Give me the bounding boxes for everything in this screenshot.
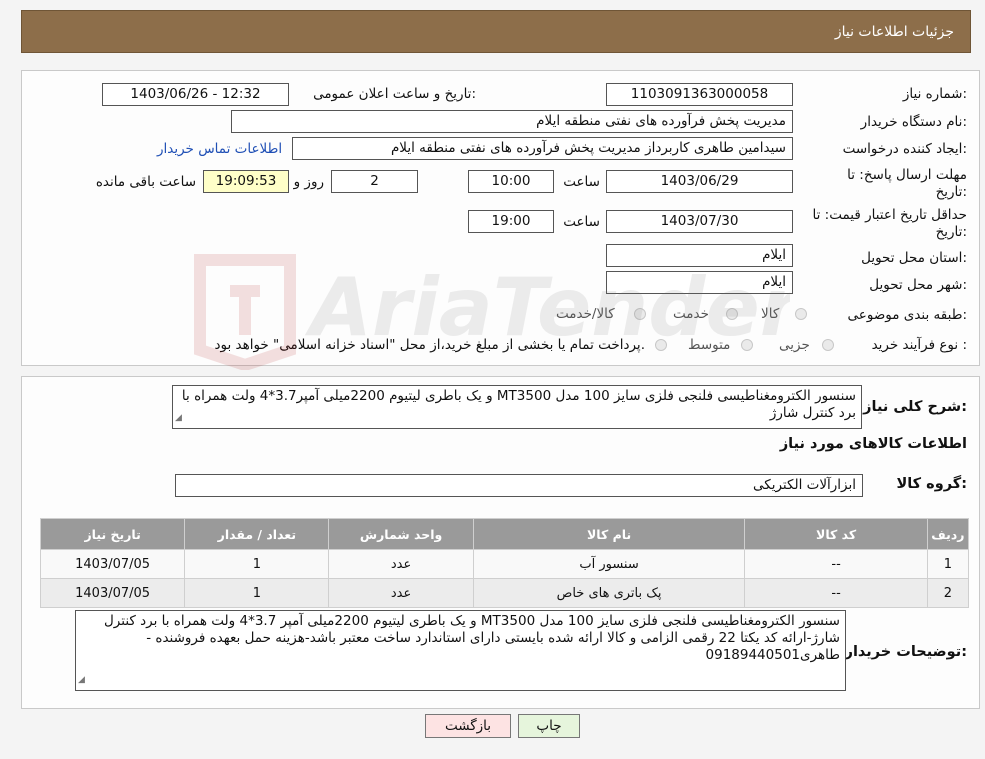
category-option-goods-service: کالا/خدمت — [556, 306, 615, 322]
table-row: 1 -- سنسور آب عدد 1 1403/07/05 — [41, 550, 968, 578]
goods-group-label: گروه کالا: — [896, 476, 967, 492]
summary-text: سنسور الکترومغناطیسی فلنجی فلزی سایز 100… — [181, 388, 856, 421]
category-option-service: خدمت — [673, 306, 709, 322]
category-option-goods: کالا — [761, 306, 780, 322]
cell-name: پک باتری های خاص — [473, 579, 745, 607]
goods-group-field: ابزارآلات الکتریکی — [175, 474, 863, 497]
price-validity-label-date: تاریخ: — [935, 224, 967, 240]
category-radio-goods-service[interactable] — [634, 308, 646, 320]
cell-quantity: 1 — [185, 579, 329, 607]
price-validity-time-label: ساعت — [563, 214, 600, 230]
price-validity-date-field: 1403/07/30 — [606, 210, 793, 233]
purchase-type-radio-treasury[interactable] — [655, 339, 667, 351]
purchase-type-option-medium: متوسط — [688, 337, 731, 353]
cell-need-date: 1403/07/05 — [41, 579, 185, 607]
remaining-time-field: 19:09:53 — [203, 170, 289, 193]
category-radio-goods[interactable] — [795, 308, 807, 320]
purchase-type-radio-minor[interactable] — [822, 339, 834, 351]
cell-need-date: 1403/07/05 — [41, 550, 185, 578]
cell-row-no: 2 — [927, 579, 968, 607]
remaining-time-label: ساعت باقی مانده — [95, 174, 196, 190]
summary-label: شرح کلی نیاز: — [863, 399, 967, 415]
col-header-quantity: تعداد / مقدار — [185, 519, 329, 549]
reply-deadline-time-field: 10:00 — [468, 170, 554, 193]
buyer-notes-text: سنسور الکترومغناطیسی فلنجی فلزی سایز 100… — [104, 613, 840, 663]
resize-grip-icon[interactable]: ◢ — [175, 410, 182, 427]
buyer-org-field: مدیریت پخش فرآورده های نفتی منطقه ایلام — [231, 110, 793, 133]
resize-grip-icon[interactable]: ◢ — [78, 672, 85, 689]
cell-code: -- — [745, 550, 927, 578]
page-title: جزئیات اطلاعات نیاز — [834, 24, 954, 40]
delivery-province-field: ایلام — [606, 244, 793, 267]
announce-datetime-label: تاریخ و ساعت اعلان عمومی: — [313, 86, 476, 102]
purchase-type-option-minor: جزیی — [779, 337, 810, 353]
purchase-type-label: نوع فرآیند خرید : — [871, 337, 967, 353]
buyer-contact-link[interactable]: اطلاعات تماس خریدار — [157, 141, 282, 157]
delivery-city-label: شهر محل تحویل: — [869, 277, 967, 293]
requester-field: سیدامین طاهری کاربرداز مدیریت پخش فرآورد… — [292, 137, 793, 160]
col-header-code: کد کالا — [745, 519, 927, 549]
items-table: ردیف کد کالا نام کالا واحد شمارش تعداد /… — [40, 518, 969, 608]
purchase-type-radio-medium[interactable] — [741, 339, 753, 351]
requester-label: ایجاد کننده درخواست: — [842, 141, 967, 157]
cell-unit: عدد — [329, 579, 473, 607]
buyer-notes-textarea[interactable]: سنسور الکترومغناطیسی فلنجی فلزی سایز 100… — [75, 610, 846, 691]
price-validity-time-field: 19:00 — [468, 210, 554, 233]
table-row: 2 -- پک باتری های خاص عدد 1 1403/07/05 — [41, 579, 968, 607]
cell-row-no: 1 — [927, 550, 968, 578]
category-radio-service[interactable] — [726, 308, 738, 320]
category-label: طبقه بندی موضوعی: — [847, 307, 967, 323]
need-number-field: 1103091363000058 — [606, 83, 793, 106]
buyer-notes-label: توضیحات خریدار: — [844, 644, 967, 660]
cell-name: سنسور آب — [473, 550, 745, 578]
delivery-province-label: استان محل تحویل: — [861, 250, 967, 266]
col-header-name: نام کالا — [473, 519, 745, 549]
delivery-city-field: ایلام — [606, 271, 793, 294]
page-header: جزئیات اطلاعات نیاز — [21, 10, 971, 53]
purchase-type-note: پرداخت تمام یا بخشی از مبلغ خرید،از محل … — [214, 337, 645, 353]
reply-deadline-date-field: 1403/06/29 — [606, 170, 793, 193]
cell-unit: عدد — [329, 550, 473, 578]
remaining-days-field: 2 — [331, 170, 418, 193]
cell-code: -- — [745, 579, 927, 607]
summary-textarea[interactable]: سنسور الکترومغناطیسی فلنجی فلزی سایز 100… — [172, 385, 862, 429]
buyer-org-label: نام دستگاه خریدار: — [860, 114, 967, 130]
print-button[interactable]: چاپ — [518, 714, 580, 738]
cell-quantity: 1 — [185, 550, 329, 578]
reply-deadline-label: مهلت ارسال پاسخ: تا — [847, 167, 967, 183]
col-header-need-date: تاریخ نیاز — [41, 519, 185, 549]
need-number-label: شماره نیاز: — [902, 86, 967, 102]
announce-datetime-field: 1403/06/26 - 12:32 — [102, 83, 289, 106]
reply-deadline-time-label: ساعت — [563, 174, 600, 190]
reply-deadline-label-date: تاریخ: — [935, 184, 967, 200]
back-button[interactable]: بازگشت — [425, 714, 511, 738]
goods-info-title: اطلاعات کالاهای مورد نیاز — [779, 436, 967, 452]
table-header-row: ردیف کد کالا نام کالا واحد شمارش تعداد /… — [41, 519, 968, 549]
col-header-row-no: ردیف — [927, 519, 968, 549]
price-validity-label: حداقل تاریخ اعتبار قیمت: تا — [812, 207, 967, 223]
col-header-unit: واحد شمارش — [329, 519, 473, 549]
items-table-wrap: ردیف کد کالا نام کالا واحد شمارش تعداد /… — [40, 518, 969, 608]
days-label: روز و — [293, 174, 324, 190]
